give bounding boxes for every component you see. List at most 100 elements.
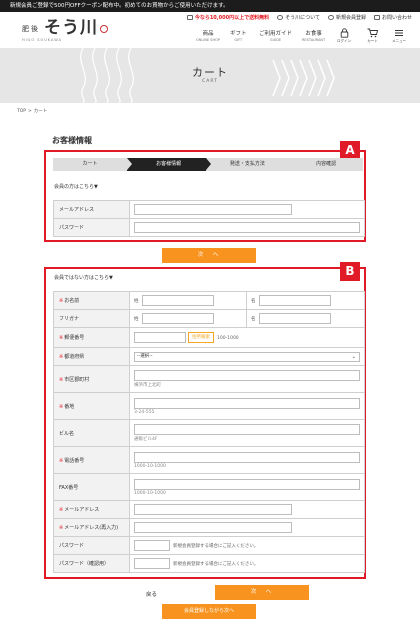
name-label: お名前 [64, 298, 80, 304]
address-input[interactable] [134, 397, 360, 409]
free-shipping-link[interactable]: 今なら10,000円以上で送料無料 [186, 14, 270, 21]
password-confirm-row: パスワード（確認用） 新規会員登録する場合にご記入ください。 [53, 554, 365, 573]
section-title: お客様情報 [52, 136, 92, 145]
nav-shop-label: 商品 [202, 31, 214, 37]
sei-kana-label: 姓 [134, 317, 139, 322]
fax-hint: 1000-10-1000 [134, 490, 166, 496]
mail-icon [373, 15, 380, 20]
tel-row: ※電話番号 1000-10-1000 [53, 446, 365, 474]
login-label: ログイン [337, 39, 351, 43]
email-input[interactable] [134, 504, 292, 515]
login-button[interactable]: ログイン [337, 28, 351, 44]
fax-input[interactable] [134, 478, 360, 490]
site-logo[interactable]: 肥後 そう川 [22, 19, 108, 37]
register-and-next-button[interactable]: 会員登録しながら次へ [162, 604, 256, 619]
nav-gift-en: GIFT [234, 38, 243, 42]
email-label: メールアドレス [64, 507, 100, 513]
member-email-input[interactable] [134, 204, 292, 215]
kana-label: フリガナ [53, 309, 130, 328]
guest-next-button[interactable]: 次 へ [215, 585, 309, 600]
address-search-button[interactable]: 住所検索 [188, 332, 214, 343]
contact-link[interactable]: お問い合わせ [373, 14, 412, 21]
nav-guide[interactable]: ご利用ガイド GUIDE [259, 29, 292, 42]
email-confirm-input[interactable] [134, 522, 292, 533]
sei-label: 姓 [134, 299, 139, 304]
menu-button[interactable]: メニュー [392, 28, 406, 44]
required-mark: ※ [59, 354, 64, 360]
nav-guide-label: ご利用ガイド [259, 31, 293, 37]
first-name-kana-input[interactable] [258, 313, 331, 324]
truck-icon [186, 15, 193, 20]
member-login-form: メールアドレス パスワード [53, 200, 365, 237]
password-note: 新規会員登録する場合にご記入ください。 [173, 544, 259, 549]
prefecture-select[interactable]: --選択-- ⌄ [134, 351, 360, 362]
cart-icon [367, 28, 378, 38]
required-mark: ※ [59, 403, 64, 410]
about-link[interactable]: そう川について [277, 14, 320, 21]
zip-hint: 100-1000 [217, 336, 239, 341]
register-label: 新規会員登録 [335, 15, 366, 21]
lock-icon [340, 28, 348, 38]
required-mark: ※ [59, 457, 64, 464]
building-hint: 通販ビル4F [134, 437, 158, 442]
last-name-kana-input[interactable] [141, 313, 214, 324]
cart-button[interactable]: カート [367, 28, 378, 44]
logo-text: そう川 [44, 18, 98, 38]
required-mark: ※ [59, 525, 64, 531]
mei-label: 名 [251, 299, 256, 304]
email-confirm-label: メールアドレス(再入力) [64, 525, 119, 531]
fax-label: FAX番号 [53, 473, 130, 501]
page-subtitle: CART [202, 79, 218, 84]
building-row: ビル名 通販ビル4F [53, 419, 365, 447]
member-password-input[interactable] [134, 222, 360, 233]
logo-seal-icon [100, 25, 108, 33]
nav-shop[interactable]: 商品 ONLINE SHOP [196, 29, 220, 42]
nav-gift[interactable]: ギフト GIFT [230, 29, 247, 42]
breadcrumb: TOP > カート [17, 108, 47, 114]
member-password-row: パスワード [53, 218, 365, 237]
email-confirm-row: ※メールアドレス(再入力) [53, 518, 365, 537]
password-confirm-note: 新規会員登録する場合にご記入ください。 [173, 562, 259, 567]
member-next-button[interactable]: 次 へ [162, 248, 256, 263]
address-label: 番地 [64, 403, 75, 410]
menu-icon [395, 30, 403, 36]
step-confirm: 内容確認 [284, 158, 363, 171]
password-label: パスワード [53, 536, 130, 555]
tel-input[interactable] [134, 451, 360, 463]
cart-label: カート [367, 39, 378, 43]
building-input[interactable] [134, 424, 360, 435]
contact-label: お問い合わせ [381, 15, 412, 21]
name-row: ※お名前 姓 名 [53, 291, 365, 310]
required-mark: ※ [59, 507, 64, 513]
nav-restaurant[interactable]: お食事 RESTAURANT [302, 29, 325, 42]
page-banner: カート CART [0, 48, 420, 103]
last-name-input[interactable] [141, 295, 214, 306]
password-input[interactable] [134, 540, 170, 551]
step-shipping-payment: 発送・支払方法 [205, 158, 289, 171]
site-header: 肥後 そう川 HIGO SOUKAWA 今なら10,000円以上で送料無料 そう… [0, 12, 420, 48]
address-hint: 3-24-555 [134, 409, 155, 415]
password-confirm-input[interactable] [134, 558, 170, 569]
step-cart: カート [53, 158, 132, 171]
required-mark: ※ [59, 335, 64, 341]
building-label: ビル名 [53, 419, 130, 447]
first-name-input[interactable] [258, 295, 331, 306]
back-link[interactable]: 戻る [146, 590, 157, 598]
breadcrumb-home[interactable]: TOP [17, 109, 26, 114]
zip-input[interactable] [134, 332, 186, 343]
nav-guide-en: GUIDE [269, 38, 282, 42]
info-icon [277, 15, 284, 20]
checkout-steps: カート お客様情報 発送・支払方法 内容確認 [53, 158, 363, 171]
nav-restaurant-en: RESTAURANT [302, 38, 326, 42]
register-link[interactable]: 新規会員登録 [327, 14, 366, 21]
header-links: 今なら10,000円以上で送料無料 そう川について 新規会員登録 お問い合わせ [186, 14, 412, 21]
city-input[interactable] [134, 370, 360, 381]
guest-heading: 会員ではない方はこちら▼ [54, 275, 113, 281]
user-icon [327, 15, 334, 20]
annotation-label-b: B [340, 262, 360, 281]
password-confirm-label: パスワード（確認用） [53, 554, 130, 573]
promo-bar: 新規会員ご登録で500円OFFクーポン配布中。初めてのお買物からご使用いただけま… [0, 0, 420, 12]
nav-gift-label: ギフト [230, 31, 247, 37]
fax-row: FAX番号 1000-10-1000 [53, 473, 365, 501]
free-shipping-label: 今なら10,000円以上で送料無料 [194, 15, 270, 21]
